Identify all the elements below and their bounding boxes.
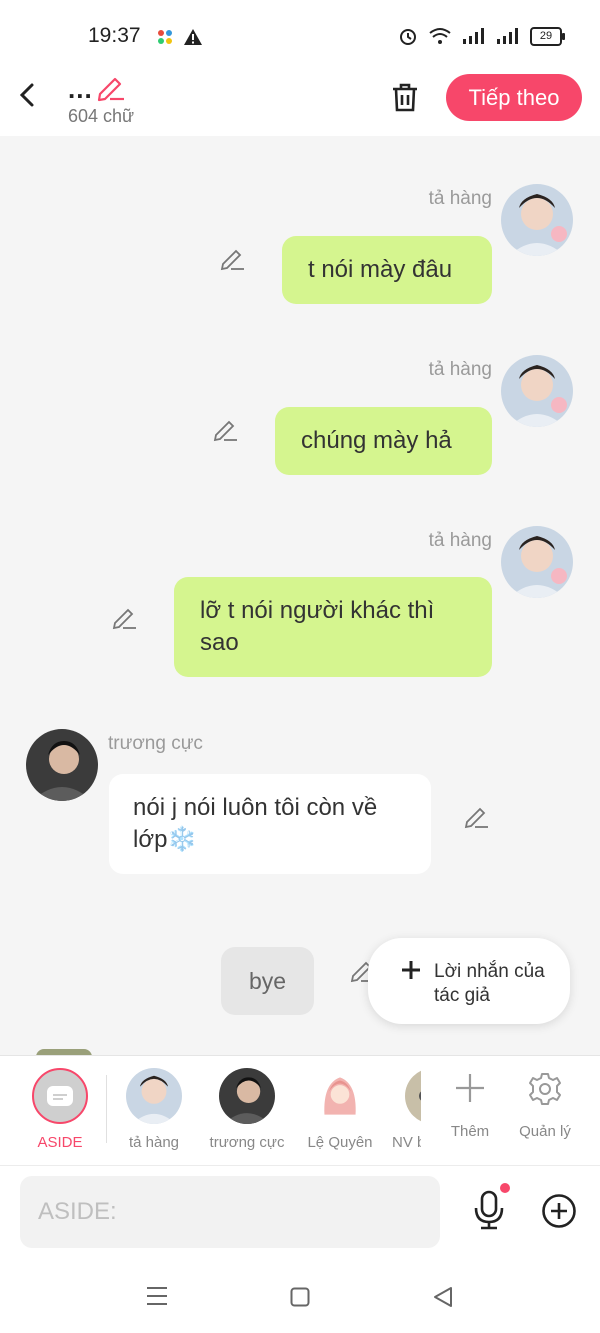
role-label: tả hàng bbox=[128, 1134, 180, 1151]
manage-button[interactable] bbox=[527, 1071, 563, 1112]
edit-title-icon[interactable] bbox=[96, 72, 126, 107]
avatar[interactable] bbox=[26, 729, 98, 801]
message-sender: tả hàng bbox=[428, 530, 492, 551]
next-button[interactable]: Tiếp theo bbox=[446, 74, 582, 121]
role-label: NV b bbox=[392, 1134, 421, 1151]
message-icon bbox=[47, 1086, 73, 1106]
role-label: trương cực bbox=[209, 1134, 285, 1151]
divider bbox=[106, 1075, 107, 1143]
manage-label: Quản lý bbox=[519, 1123, 571, 1140]
menu-icon[interactable] bbox=[146, 1286, 168, 1311]
chevron-left-icon bbox=[19, 83, 34, 107]
delete-button[interactable] bbox=[388, 80, 422, 119]
role-avatar-nv[interactable] bbox=[405, 1068, 421, 1124]
wifi-icon bbox=[429, 28, 451, 44]
battery-icon: 29 bbox=[530, 26, 565, 46]
story-title[interactable]: ... bbox=[68, 74, 93, 105]
author-note-label: Lời nhắn của tác giả bbox=[434, 961, 545, 1006]
role-avatar-truong-cuc[interactable] bbox=[219, 1068, 275, 1124]
back-nav-icon[interactable] bbox=[432, 1286, 454, 1313]
message-sender: tả hàng bbox=[428, 359, 492, 380]
warning-icon bbox=[183, 28, 203, 51]
aside-message[interactable]: bye bbox=[221, 947, 314, 1015]
role-avatar-le-quyen[interactable] bbox=[312, 1068, 368, 1124]
avatar[interactable] bbox=[501, 184, 573, 256]
status-time: 19:37 bbox=[88, 24, 141, 47]
gear-icon bbox=[529, 1073, 561, 1105]
message-sender: trương cực bbox=[108, 733, 203, 754]
plus-icon bbox=[400, 955, 422, 989]
aside-role-button[interactable] bbox=[32, 1068, 88, 1124]
avatar[interactable] bbox=[501, 526, 573, 598]
home-icon[interactable] bbox=[290, 1287, 310, 1312]
role-label-aside: ASIDE bbox=[37, 1134, 83, 1151]
status-icons: 29 bbox=[398, 26, 565, 46]
microphone-icon bbox=[474, 1190, 504, 1230]
signal-icon bbox=[463, 28, 484, 44]
message-bubble[interactable]: t nói mày đâu bbox=[282, 236, 492, 304]
role-avatar-ta-hang[interactable] bbox=[126, 1068, 182, 1124]
plus-circle-icon bbox=[542, 1194, 576, 1228]
trash-icon bbox=[393, 83, 417, 112]
message-sender: tả hàng bbox=[428, 188, 492, 209]
word-count: 604 chữ bbox=[68, 106, 135, 126]
back-button[interactable] bbox=[16, 80, 40, 110]
add-role-label: Thêm bbox=[450, 1123, 490, 1140]
add-role-button[interactable] bbox=[454, 1072, 486, 1109]
message-bubble[interactable]: chúng mày hả bbox=[275, 407, 492, 475]
plus-icon bbox=[456, 1074, 484, 1102]
message-input[interactable] bbox=[20, 1176, 440, 1248]
edit-message-icon[interactable] bbox=[220, 245, 246, 271]
avatar[interactable] bbox=[501, 355, 573, 427]
alarm-icon bbox=[400, 29, 416, 45]
voice-button[interactable] bbox=[472, 1190, 506, 1235]
edit-message-icon[interactable] bbox=[213, 416, 239, 442]
add-button[interactable] bbox=[541, 1193, 577, 1234]
edit-message-icon[interactable] bbox=[464, 803, 490, 829]
role-label: Lệ Quyên bbox=[307, 1134, 373, 1151]
notification-dot bbox=[500, 1183, 510, 1193]
message-bubble[interactable]: lỡ t nói người khác thì sao bbox=[174, 577, 492, 677]
message-bubble[interactable]: nói j nói luôn tôi còn về lớp❄️ bbox=[109, 774, 431, 874]
app-notification-icon bbox=[156, 28, 174, 51]
edit-message-icon[interactable] bbox=[112, 604, 138, 630]
signal-icon-2 bbox=[497, 28, 518, 44]
